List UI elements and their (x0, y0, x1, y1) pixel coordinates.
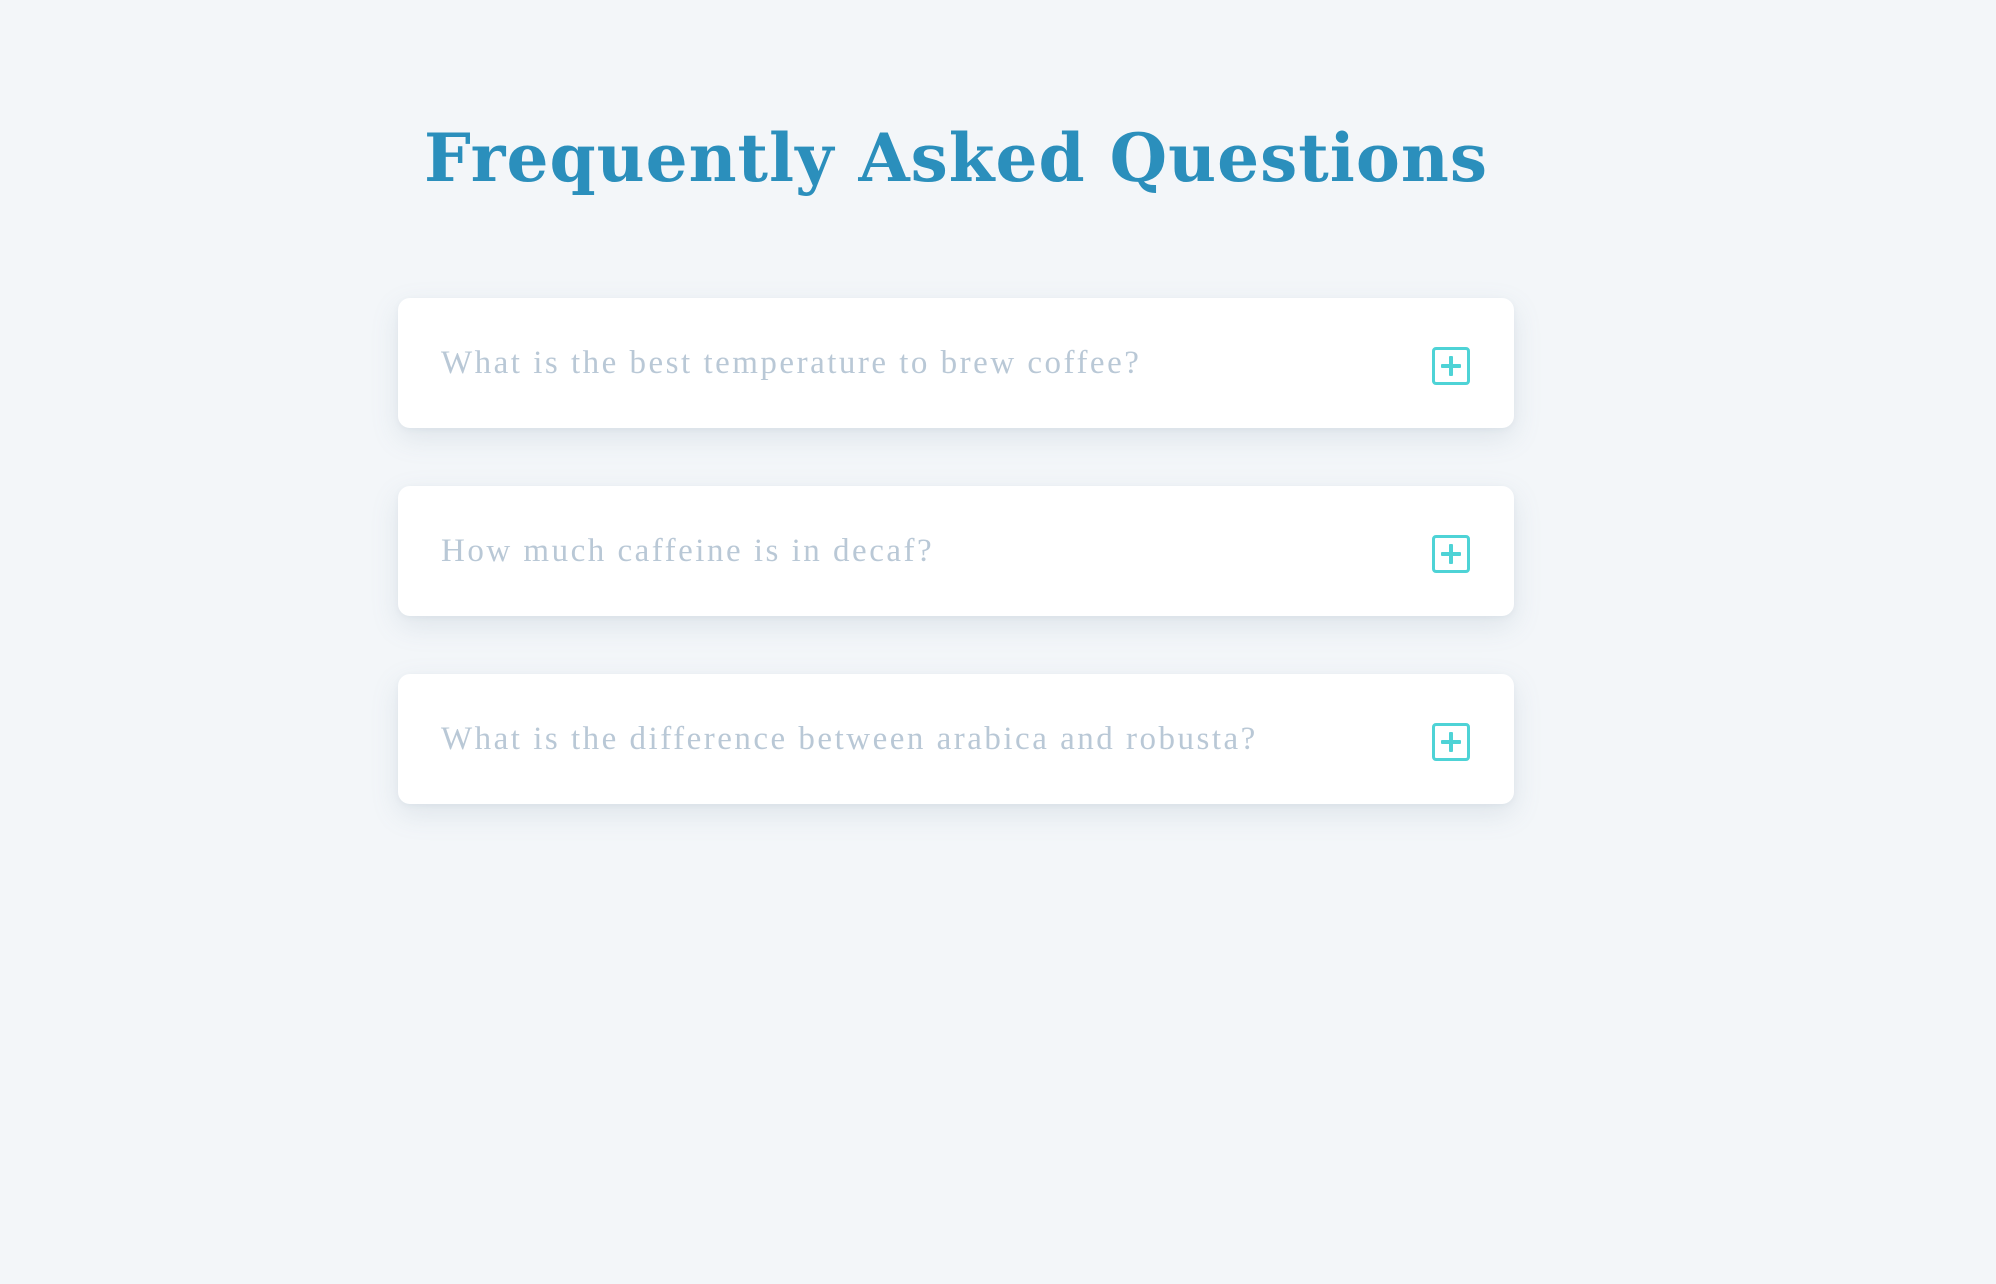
faq-question: What is the best temperature to brew cof… (441, 345, 1142, 381)
plus-square-icon[interactable] (1432, 535, 1470, 573)
faq-question: How much caffeine is in decaf? (441, 533, 935, 569)
faq-item[interactable]: How much caffeine is in decaf? (398, 486, 1514, 616)
faq-item[interactable]: What is the best temperature to brew cof… (398, 298, 1514, 428)
faq-item[interactable]: What is the difference between arabica a… (398, 674, 1514, 804)
plus-square-icon[interactable] (1432, 347, 1470, 385)
faq-list: What is the best temperature to brew cof… (398, 298, 1514, 862)
page-title: Frequently Asked Questions (423, 119, 1489, 197)
faq-question: What is the difference between arabica a… (441, 721, 1258, 757)
plus-square-icon[interactable] (1432, 723, 1470, 761)
